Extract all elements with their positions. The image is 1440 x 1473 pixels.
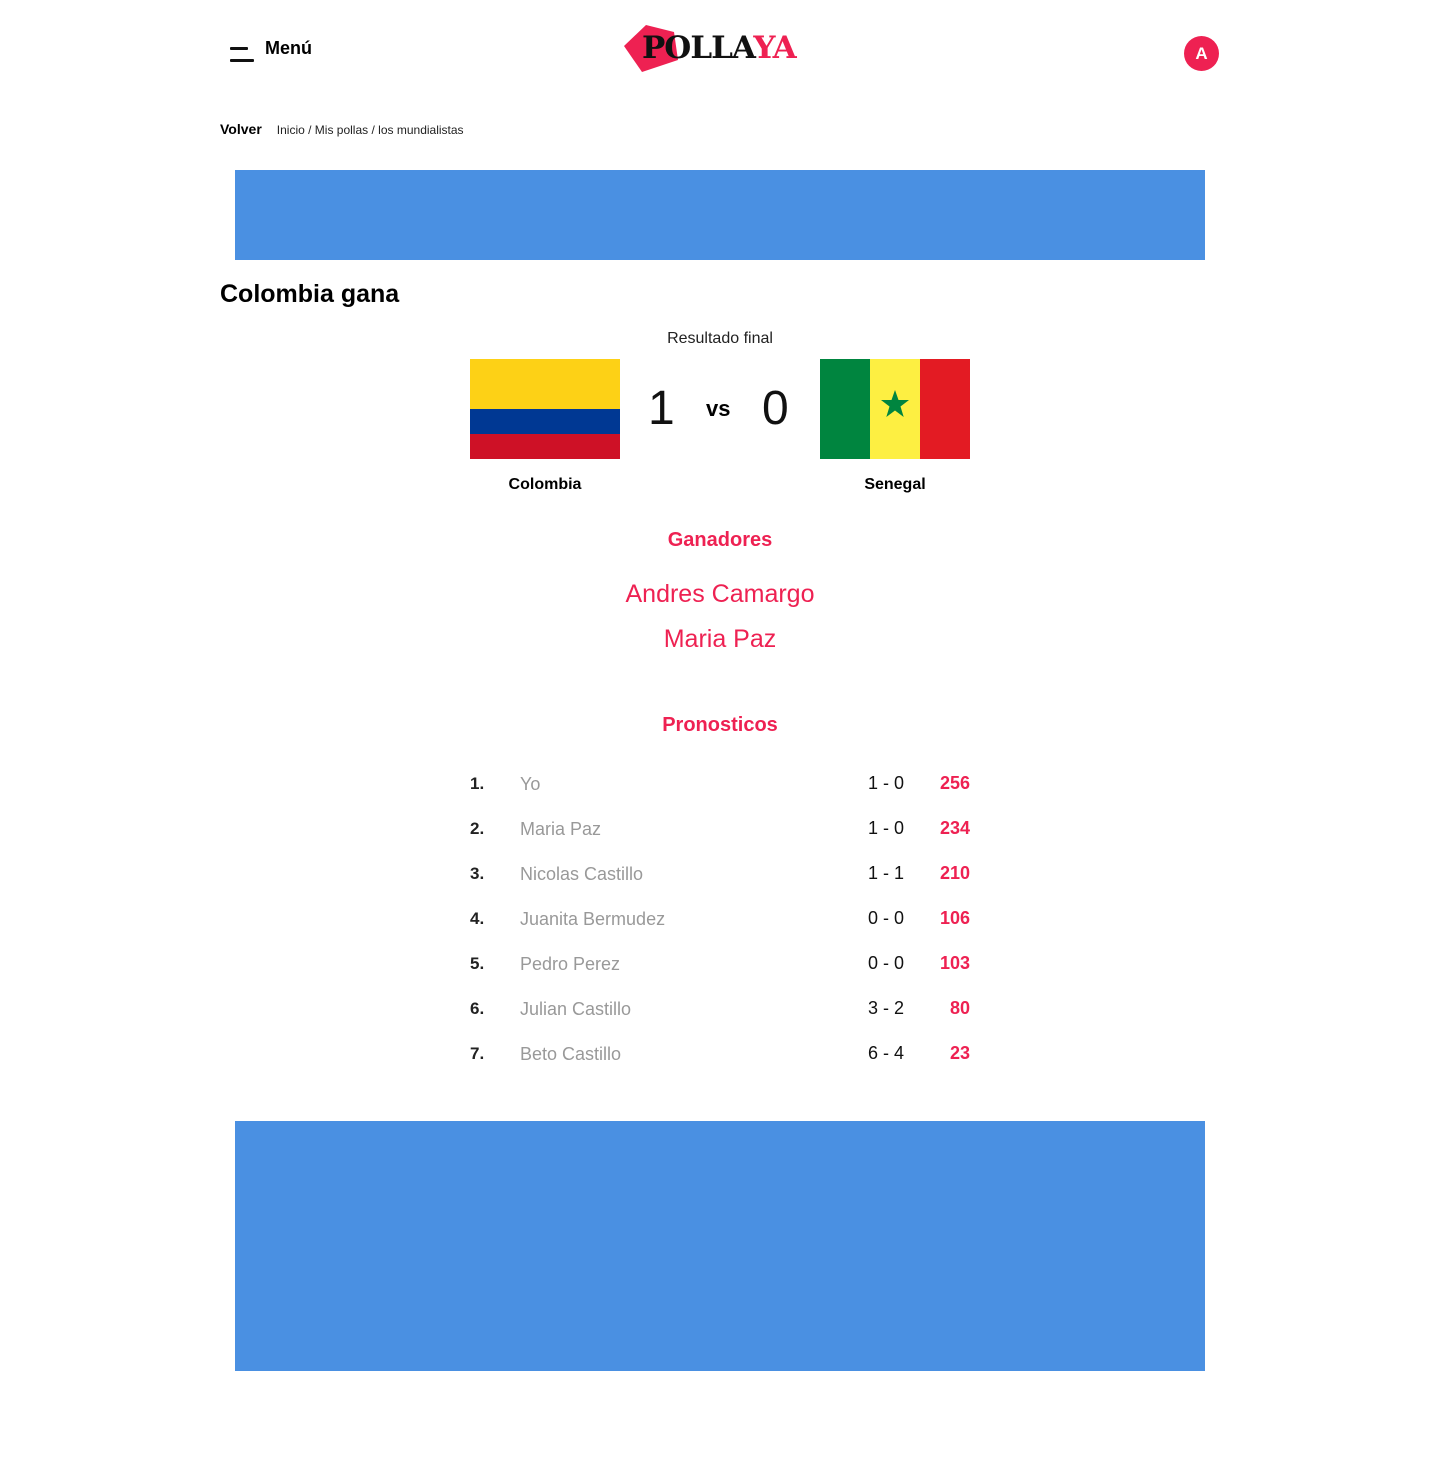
predictions-list: 1. Yo 1 - 0 256 2. Maria Paz 1 - 0 234 3… [470,768,970,1083]
prediction-rank: 1. [470,774,485,793]
prediction-score: 0 - 0 [867,908,905,928]
page-title: Colombia gana [220,280,400,308]
logo-text-polla: POLLA [642,30,754,66]
prediction-row: 1. Yo 1 - 0 256 [470,768,970,813]
prediction-row: 3. Nicolas Castillo 1 - 1 210 [470,858,970,903]
prediction-rank: 3. [470,864,485,883]
away-team-name: Senegal [864,476,926,493]
predictions-title: Pronosticos [662,714,778,736]
prediction-name: Julian Castillo [520,999,632,1019]
ad-banner-top[interactable] [235,170,1205,260]
prediction-name: Yo [520,774,541,794]
prediction-points: 256 [939,773,970,793]
prediction-score: 1 - 0 [867,773,905,793]
logo-text-ya: YA [753,30,796,66]
breadcrumb-item-inicio[interactable]: Inicio [277,123,305,137]
breadcrumb-separator: / [368,123,379,137]
prediction-score: 6 - 4 [867,1043,905,1063]
prediction-row: 5. Pedro Perez 0 - 0 103 [470,948,970,993]
breadcrumb: Volver Inicio / Mis pollas / los mundial… [220,121,464,137]
prediction-name: Maria Paz [520,819,602,839]
hamburger-icon [230,41,254,62]
logo[interactable]: POLLAYA [622,22,807,76]
prediction-rank: 2. [470,819,485,838]
back-link[interactable]: Volver [220,121,262,137]
prediction-points: 80 [949,998,970,1018]
colombia-flag-icon [470,359,620,459]
winners-title: Ganadores [667,529,773,551]
prediction-rank: 5. [470,954,485,973]
prediction-rank: 6. [470,999,485,1018]
breadcrumb-separator: / [304,123,315,137]
breadcrumb-item-mis-pollas[interactable]: Mis pollas [315,123,368,137]
prediction-score: 0 - 0 [867,953,905,973]
prediction-row: 6. Julian Castillo 3 - 2 80 [470,993,970,1038]
senegal-flag-icon [820,359,970,459]
prediction-name: Beto Castillo [520,1044,622,1064]
header: Menú POLLAYA A [0,0,1440,100]
winner-name: Andres Camargo [625,580,815,608]
prediction-row: 2. Maria Paz 1 - 0 234 [470,813,970,858]
prediction-score: 3 - 2 [867,998,905,1018]
prediction-row: 4. Juanita Bermudez 0 - 0 106 [470,903,970,948]
home-score: 1 [648,382,675,435]
star-icon [881,390,909,417]
ad-banner-bottom[interactable] [235,1121,1205,1371]
prediction-rank: 7. [470,1044,485,1063]
prediction-rank: 4. [470,909,485,928]
prediction-name: Pedro Perez [520,954,621,974]
vs-label: vs [706,396,731,421]
menu-label: Menú [265,38,312,58]
prediction-score: 1 - 0 [867,818,905,838]
prediction-row: 7. Beto Castillo 6 - 4 23 [470,1038,970,1083]
menu-button[interactable]: Menú [230,38,312,62]
match-status: Resultado final [667,330,773,347]
prediction-points: 234 [939,818,970,838]
prediction-name: Juanita Bermudez [520,909,666,929]
prediction-points: 106 [939,908,970,928]
prediction-score: 1 - 1 [867,863,905,883]
prediction-name: Nicolas Castillo [520,864,644,884]
breadcrumb-item-current: los mundialistas [378,123,464,137]
winner-name: Maria Paz [663,625,777,653]
away-score: 0 [762,382,789,435]
prediction-points: 23 [949,1043,970,1063]
home-team-name: Colombia [508,476,582,493]
prediction-points: 103 [939,953,970,973]
avatar[interactable]: A [1184,36,1219,71]
prediction-points: 210 [939,863,970,883]
